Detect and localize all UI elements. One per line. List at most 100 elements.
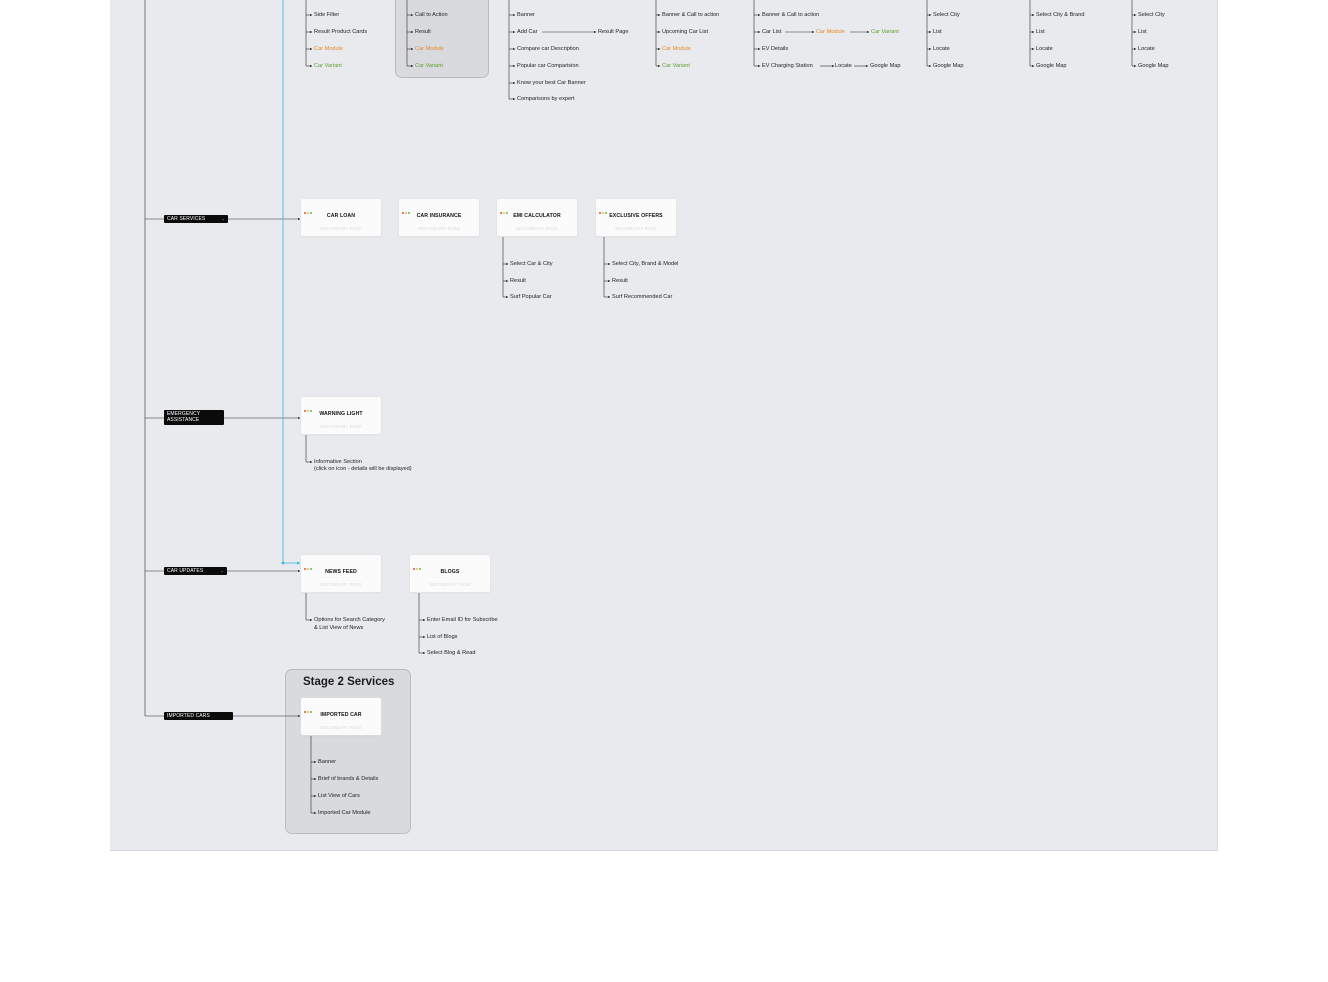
top-col5-item: Banner & Call to action bbox=[762, 12, 820, 18]
section-car-services[interactable]: CAR SERVICES ⌄ bbox=[164, 215, 228, 223]
top-col6-item: List bbox=[933, 29, 942, 35]
top-col1-item: Side Filter bbox=[314, 12, 340, 18]
top-col5-locate: Locate bbox=[835, 63, 852, 69]
top-col3-item: Popular car Comparision bbox=[517, 63, 579, 69]
node-title: CAR LOAN bbox=[326, 213, 356, 219]
top-col6-item: Locate bbox=[933, 46, 950, 52]
section-car-updates[interactable]: CAR UPDATES ⌄ bbox=[164, 567, 227, 575]
top-col8-item: Select City bbox=[1138, 12, 1165, 18]
section-emergency-assistance[interactable]: EMERGENCY ASSISTANCE bbox=[164, 410, 224, 425]
top-col7-item: List bbox=[1036, 29, 1045, 35]
node-emi-calculator[interactable]: EMI CALCULATOR SECONDARY PAGE bbox=[497, 199, 577, 236]
top-col5-item: EV Charging Station bbox=[762, 63, 813, 69]
window-dots-icon bbox=[500, 201, 509, 214]
node-exclusive-offers[interactable]: EXCLUSIVE OFFERS SECONDARY PAGE bbox=[596, 199, 676, 236]
stage2-title: Stage 2 Services bbox=[303, 676, 395, 688]
top-col6-item: Select City bbox=[933, 12, 960, 18]
chevron-down-icon: ⌄ bbox=[221, 216, 225, 221]
leaf-blogs: List of Blogs bbox=[427, 634, 458, 640]
node-subtitle: SECONDARY PAGE bbox=[615, 226, 657, 231]
leaf-emi: Surf Popular Car bbox=[510, 294, 552, 300]
top-col3-result: Result Page bbox=[598, 29, 629, 35]
top-col7-item: Select City & Brand bbox=[1036, 12, 1085, 18]
top-col3-item: Banner bbox=[517, 12, 536, 18]
top-col3-item: Add Car bbox=[517, 29, 538, 35]
leaf-imported: Imported Car Module bbox=[318, 810, 371, 816]
node-imported-car[interactable]: IMPORTED CAR SECONDARY PAGE bbox=[301, 698, 381, 735]
window-dots-icon bbox=[304, 557, 313, 570]
node-title: WARNING LIGHT bbox=[319, 411, 363, 417]
node-blogs[interactable]: BLOGS SECONDARY PAGE bbox=[410, 555, 490, 592]
node-subtitle: SECONDARY PAGE bbox=[429, 582, 471, 587]
top-col8-item: Locate bbox=[1138, 46, 1155, 52]
leaf-blogs: Enter Email ID for Subscribe bbox=[427, 617, 498, 623]
node-car-insurance[interactable]: CAR INSURANCE SECONDARY PAGE bbox=[399, 199, 479, 236]
node-subtitle: SECONDARY PAGE bbox=[320, 226, 362, 231]
top-col1-item: Result Product Cards bbox=[314, 29, 368, 35]
section-label: ASSISTANCE bbox=[167, 417, 200, 423]
section-label: CAR UPDATES bbox=[167, 568, 204, 574]
top-col5-item: EV Details bbox=[762, 46, 789, 52]
node-title: NEWS FEED bbox=[325, 569, 357, 575]
leaf-warning: Informative Section bbox=[314, 459, 362, 465]
node-subtitle: SECONDARY PAGE bbox=[320, 424, 362, 429]
leaf-offers: Select City, Brand & Model bbox=[612, 261, 679, 267]
node-subtitle: SECONDARY PAGE bbox=[418, 226, 460, 231]
top-col2-item: Call to Action bbox=[415, 12, 448, 18]
top-col3-item: Comparisons by expert bbox=[517, 96, 575, 102]
leaf-imported: Banner bbox=[318, 759, 337, 765]
section-imported-cars[interactable]: IMPORTED CARS bbox=[164, 712, 233, 720]
window-dots-icon bbox=[402, 201, 411, 214]
leaf-offers: Surf Recommended Car bbox=[612, 294, 673, 300]
top-col5-item: Car List bbox=[762, 29, 782, 35]
window-dots-icon bbox=[413, 557, 422, 570]
section-label: CAR SERVICES bbox=[167, 216, 206, 222]
leaf-emi: Select Car & City bbox=[510, 261, 553, 267]
window-dots-icon bbox=[304, 399, 313, 412]
top-col5-module: Car Module bbox=[816, 29, 845, 35]
top-col3-item: Know your best Car Banner bbox=[517, 80, 586, 86]
top-col2-item: Car Module bbox=[415, 46, 444, 52]
top-col8-item: List bbox=[1138, 29, 1147, 35]
node-title: IMPORTED CAR bbox=[320, 712, 362, 718]
node-warning-light[interactable]: WARNING LIGHT SECONDARY PAGE bbox=[301, 397, 381, 434]
leaf-news: Options for Search Category bbox=[314, 617, 385, 623]
node-subtitle: SECONDARY PAGE bbox=[320, 725, 362, 730]
top-col1-item: Car Variant bbox=[314, 63, 342, 69]
leaf-warning: (click on icon - details will be display… bbox=[314, 466, 412, 472]
top-col5-variant: Car Variant bbox=[871, 29, 899, 35]
leaf-imported: Brief of brands & Details bbox=[318, 776, 379, 782]
top-col3-item: Compare car Description bbox=[517, 46, 579, 52]
top-col2-item: Car Variant bbox=[415, 63, 443, 69]
window-dots-icon bbox=[599, 201, 608, 214]
leaf-imported: List View of Cars bbox=[318, 793, 360, 799]
node-news-feed[interactable]: NEWS FEED SECONDARY PAGE bbox=[301, 555, 381, 592]
leaf-emi: Result bbox=[510, 278, 526, 284]
node-subtitle: SECONDARY PAGE bbox=[320, 582, 362, 587]
top-col4-item: Upcoming Car List bbox=[662, 29, 709, 35]
node-subtitle: SECONDARY PAGE bbox=[516, 226, 558, 231]
top-col4-item: Banner & Call to action bbox=[662, 12, 720, 18]
window-dots-icon bbox=[304, 700, 313, 713]
node-title: EXCLUSIVE OFFERS bbox=[609, 213, 663, 219]
diagram-canvas bbox=[110, 0, 1218, 851]
node-title: BLOGS bbox=[440, 569, 460, 575]
top-col4-item: Car Module bbox=[662, 46, 691, 52]
top-col6-item: Google Map bbox=[933, 63, 964, 69]
section-label: IMPORTED CARS bbox=[167, 713, 210, 719]
chevron-down-icon: ⌄ bbox=[220, 568, 224, 573]
top-col7-item: Google Map bbox=[1036, 63, 1067, 69]
top-col8-item: Google Map bbox=[1138, 63, 1169, 69]
leaf-blogs: Select Blog & Read bbox=[427, 650, 476, 656]
leaf-offers: Result bbox=[612, 278, 628, 284]
window-dots-icon bbox=[304, 201, 313, 214]
top-col2-item: Result bbox=[415, 29, 431, 35]
leaf-news: & List View of News bbox=[314, 625, 364, 631]
top-col5-map: Google Map bbox=[870, 63, 901, 69]
node-title: EMI CALCULATOR bbox=[513, 213, 561, 219]
top-col7-item: Locate bbox=[1036, 46, 1053, 52]
node-car-loan[interactable]: CAR LOAN SECONDARY PAGE bbox=[301, 199, 381, 236]
top-col4-item: Car Variant bbox=[662, 63, 690, 69]
top-col1-item: Car Module bbox=[314, 46, 343, 52]
node-title: CAR INSURANCE bbox=[416, 213, 462, 219]
